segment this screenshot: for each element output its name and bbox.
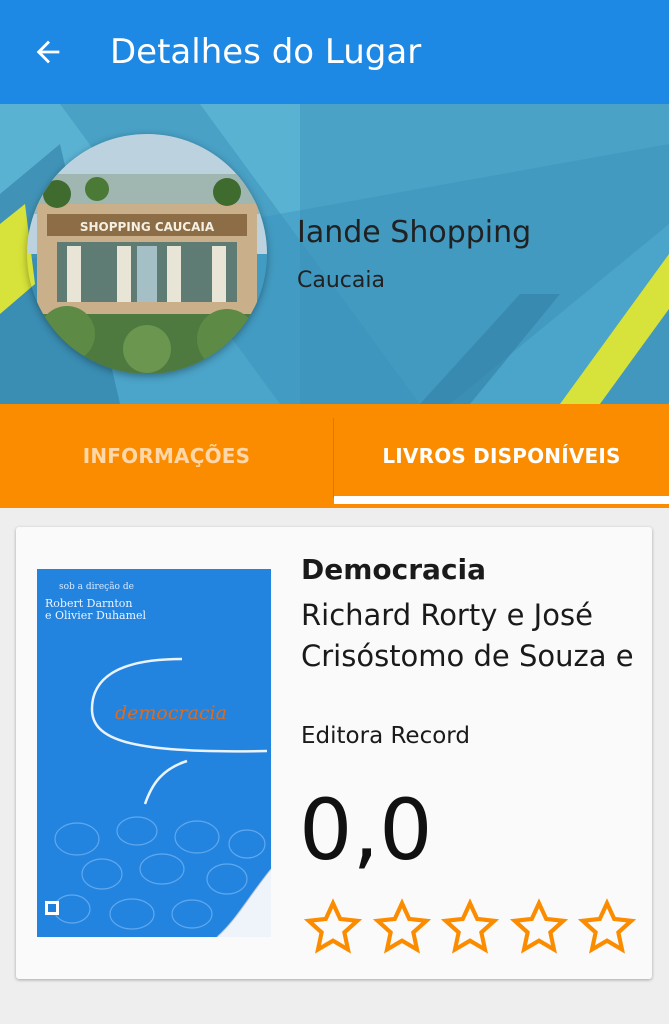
- star-outline-icon[interactable]: [439, 896, 501, 958]
- tab-informacoes[interactable]: INFORMAÇÕES: [0, 404, 333, 508]
- tab-bar: INFORMAÇÕES LIVROS DISPONÍVEIS: [0, 404, 669, 508]
- photo-sign-text: SHOPPING CAUCAIA: [80, 220, 215, 234]
- book-title: Democracia: [301, 553, 487, 586]
- star-outline-icon[interactable]: [302, 896, 364, 958]
- rating-stars[interactable]: [302, 896, 638, 960]
- book-rating-value: 0,0: [299, 781, 433, 879]
- app-bar: Detalhes do Lugar: [0, 0, 669, 104]
- book-publisher: Editora Record: [301, 723, 470, 749]
- cover-editors-2: e Olivier Duhamel: [45, 609, 147, 622]
- cover-title: democracia: [115, 702, 227, 724]
- place-header-banner: SHOPPING CAUCAIA: [0, 104, 669, 404]
- tab-livros-disponiveis[interactable]: LIVROS DISPONÍVEIS: [334, 404, 669, 508]
- star-outline-icon[interactable]: [508, 896, 570, 958]
- back-button[interactable]: [22, 26, 74, 78]
- place-name: Iande Shopping: [297, 215, 532, 250]
- page-title: Detalhes do Lugar: [110, 32, 422, 72]
- star-outline-icon[interactable]: [371, 896, 433, 958]
- book-authors: Richard Rorty e José Crisóstomo de Souza…: [301, 598, 634, 673]
- cover-editor-line: sob a direção de: [59, 581, 134, 592]
- place-photo: SHOPPING CAUCAIA: [27, 134, 267, 374]
- selected-tab-indicator: [334, 496, 669, 504]
- arrow-left-icon: [36, 40, 60, 64]
- book-cover[interactable]: sob a direção de Robert Darnton e Olivie…: [37, 569, 271, 937]
- star-outline-icon[interactable]: [576, 896, 638, 958]
- place-city: Caucaia: [297, 268, 385, 293]
